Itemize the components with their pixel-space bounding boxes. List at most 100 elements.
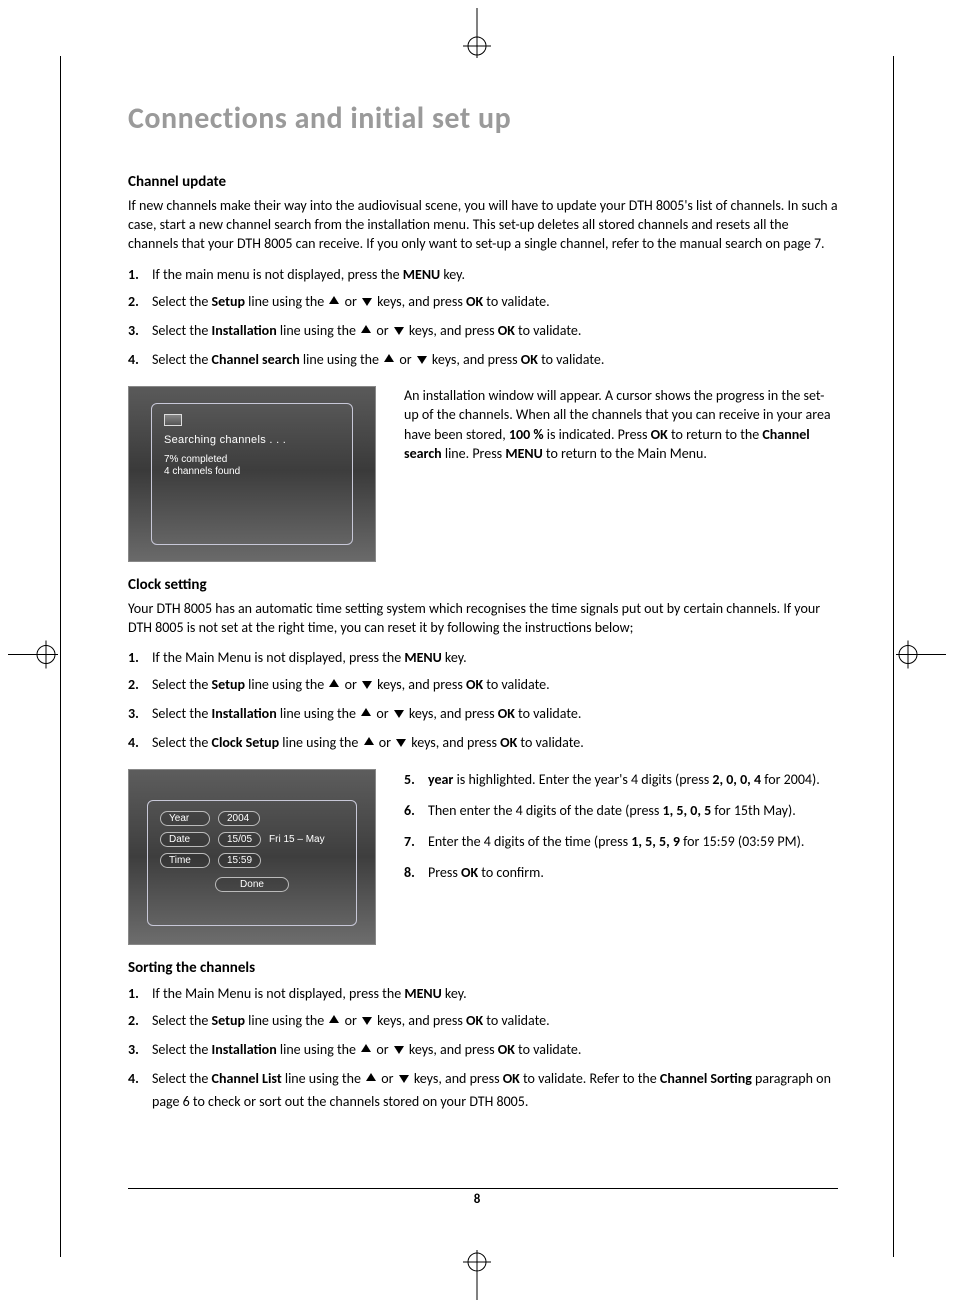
- step: 2. Select the Setup line using the or ke…: [128, 1010, 838, 1033]
- step-text: If the Main Menu is not displayed, press…: [152, 647, 838, 668]
- figure-caption: An installation window will appear. A cu…: [404, 386, 838, 464]
- step-number: 7.: [404, 831, 428, 852]
- step-number: 3.: [128, 703, 152, 724]
- tv-icon: [164, 414, 182, 426]
- heading-sorting-channels: Sorting the channels: [128, 959, 838, 977]
- page-content: Connections and initial set up Channel u…: [128, 100, 838, 1124]
- step: 2. Select the Setup line using the or ke…: [128, 674, 838, 697]
- up-arrow-icon: [359, 322, 373, 343]
- down-arrow-icon: [392, 705, 406, 726]
- intro-channel-update: If new channels make their way into the …: [128, 197, 838, 254]
- figure-row-clock: Year 2004 Date 15/05 Fri 15 – May Time 1…: [128, 769, 838, 945]
- step-number: 1.: [128, 647, 152, 668]
- page-number: 8: [474, 1192, 481, 1207]
- down-arrow-icon: [360, 293, 374, 314]
- figure-clock-setup: Year 2004 Date 15/05 Fri 15 – May Time 1…: [128, 769, 376, 945]
- up-arrow-icon: [327, 293, 341, 314]
- step-text: Then enter the 4 digits of the date (pre…: [428, 800, 838, 821]
- up-arrow-icon: [327, 676, 341, 697]
- heading-clock-setting: Clock setting: [128, 576, 838, 594]
- screenshot-text: 7% completed: [164, 454, 340, 467]
- step: 3. Select the Installation line using th…: [128, 320, 838, 343]
- down-arrow-icon: [360, 1012, 374, 1033]
- intro-clock-setting: Your DTH 8005 has an automatic time sett…: [128, 600, 838, 638]
- step: 8. Press OK to confirm.: [404, 862, 838, 883]
- step-number: 5.: [404, 769, 428, 790]
- screenshot-searching-channels: Searching channels . . . 7% completed 4 …: [128, 386, 376, 562]
- up-arrow-icon: [382, 351, 396, 372]
- steps-clock-setting: 1. If the Main Menu is not displayed, pr…: [128, 647, 838, 755]
- step-number: 2.: [128, 291, 152, 312]
- step-text: If the Main Menu is not displayed, press…: [152, 983, 838, 1004]
- page-margin-right: [893, 56, 894, 1257]
- document-page: Connections and initial set up Channel u…: [0, 0, 954, 1313]
- step: 4. Select the Channel search line using …: [128, 349, 838, 372]
- step-number: 3.: [128, 1039, 152, 1060]
- steps-clock-side: 5. year is highlighted. Enter the year's…: [404, 769, 838, 895]
- step-text: year is highlighted. Enter the year's 4 …: [428, 769, 838, 790]
- up-arrow-icon: [359, 705, 373, 726]
- heading-channel-update: Channel update: [128, 173, 838, 191]
- step-text: Select the Channel List line using the o…: [152, 1068, 838, 1112]
- crop-mark-left: [8, 634, 58, 679]
- crop-mark-right: [896, 634, 946, 679]
- step-number: 6.: [404, 800, 428, 821]
- step: 7. Enter the 4 digits of the time (press…: [404, 831, 838, 852]
- step-text: Select the Setup line using the or keys,…: [152, 674, 838, 697]
- field-value-year: 2004: [218, 811, 260, 826]
- step-text: Select the Clock Setup line using the or…: [152, 732, 838, 755]
- up-arrow-icon: [359, 1041, 373, 1062]
- step: 4. Select the Clock Setup line using the…: [128, 732, 838, 755]
- done-button: Done: [215, 877, 289, 892]
- step-text: Select the Installation line using the o…: [152, 1039, 838, 1062]
- step-text: Select the Setup line using the or keys,…: [152, 1010, 838, 1033]
- step-number: 2.: [128, 674, 152, 695]
- screenshot-clock-setup: Year 2004 Date 15/05 Fri 15 – May Time 1…: [128, 769, 376, 945]
- step-text: Press OK to confirm.: [428, 862, 838, 883]
- page-margin-left: [60, 56, 61, 1257]
- step: 3. Select the Installation line using th…: [128, 703, 838, 726]
- step-number: 1.: [128, 983, 152, 1004]
- step: 2. Select the Setup line using the or ke…: [128, 291, 838, 314]
- crop-mark-bottom: [457, 1250, 497, 1305]
- down-arrow-icon: [415, 351, 429, 372]
- field-value-date: 15/05: [218, 832, 261, 847]
- step-number: 4.: [128, 1068, 152, 1089]
- steps-sorting-channels: 1. If the Main Menu is not displayed, pr…: [128, 983, 838, 1112]
- step: 5. year is highlighted. Enter the year's…: [404, 769, 838, 790]
- done-button-row: Done: [160, 874, 344, 892]
- step: 1. If the Main Menu is not displayed, pr…: [128, 983, 838, 1004]
- page-title: Connections and initial set up: [128, 100, 838, 137]
- step-number: 8.: [404, 862, 428, 883]
- up-arrow-icon: [362, 734, 376, 755]
- page-footer-rule: [128, 1188, 838, 1189]
- step: 1. If the Main Menu is not displayed, pr…: [128, 647, 838, 668]
- up-arrow-icon: [327, 1012, 341, 1033]
- step: 6. Then enter the 4 digits of the date (…: [404, 800, 838, 821]
- field-label-date: Date: [160, 832, 210, 847]
- step: 3. Select the Installation line using th…: [128, 1039, 838, 1062]
- step-text: Enter the 4 digits of the time (press 1,…: [428, 831, 838, 852]
- step-number: 4.: [128, 732, 152, 753]
- crop-mark-top: [457, 8, 497, 63]
- step-text: Select the Installation line using the o…: [152, 320, 838, 343]
- up-arrow-icon: [364, 1070, 378, 1091]
- step-text: Select the Setup line using the or keys,…: [152, 291, 838, 314]
- field-value-time: 15:59: [218, 853, 261, 868]
- step-number: 2.: [128, 1010, 152, 1031]
- down-arrow-icon: [394, 734, 408, 755]
- step-number: 3.: [128, 320, 152, 341]
- field-extra-date: Fri 15 – May: [269, 834, 325, 845]
- figure-channel-search: Searching channels . . . 7% completed 4 …: [128, 386, 376, 562]
- step-number: 1.: [128, 264, 152, 285]
- step-text: If the main menu is not displayed, press…: [152, 264, 838, 285]
- figure-row-channel-search: Searching channels . . . 7% completed 4 …: [128, 386, 838, 562]
- step-number: 4.: [128, 349, 152, 370]
- step: 1. If the main menu is not displayed, pr…: [128, 264, 838, 285]
- down-arrow-icon: [392, 322, 406, 343]
- down-arrow-icon: [392, 1041, 406, 1062]
- screenshot-text: Searching channels . . .: [164, 434, 340, 446]
- field-label-time: Time: [160, 853, 210, 868]
- step-text: Select the Installation line using the o…: [152, 703, 838, 726]
- screenshot-text: 4 channels found: [164, 466, 340, 479]
